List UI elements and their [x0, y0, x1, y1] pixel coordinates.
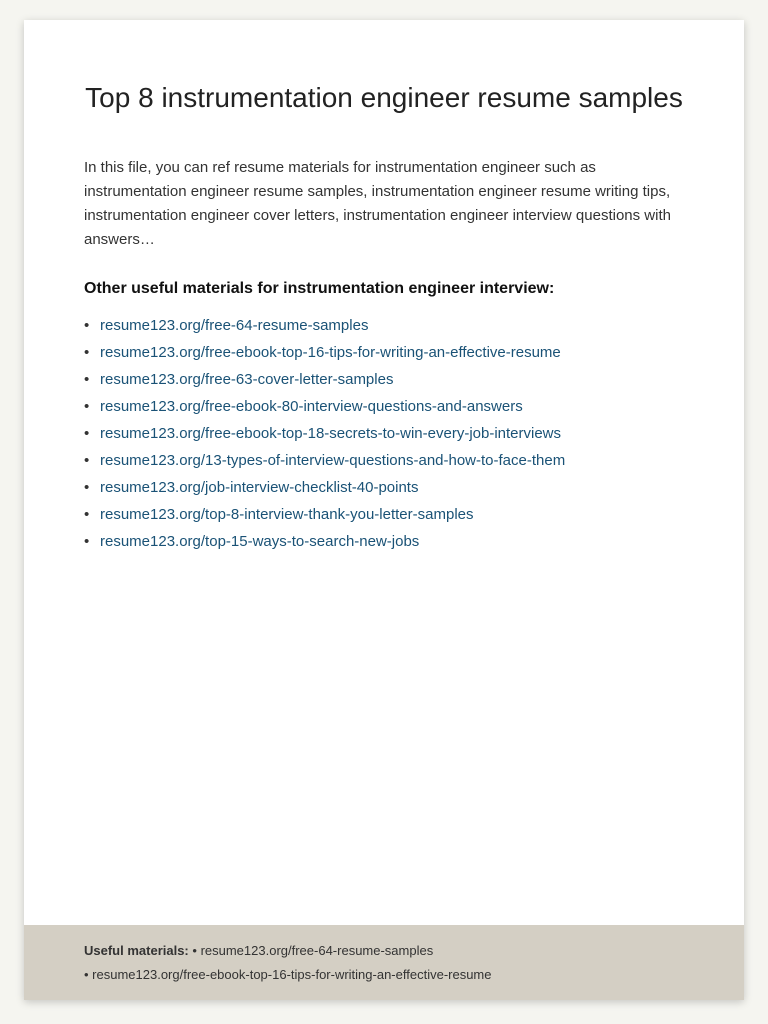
page-title: Top 8 instrumentation engineer resume sa…: [84, 80, 684, 116]
main-content: Top 8 instrumentation engineer resume sa…: [84, 80, 684, 895]
section-heading: Other useful materials for instrumentati…: [84, 280, 684, 298]
footer-item-2: •: [84, 967, 92, 982]
footer-text: Useful materials: • resume123.org/free-6…: [84, 939, 684, 986]
list-item: resume123.org/free-ebook-top-16-tips-for…: [84, 339, 684, 366]
list-item: resume123.org/top-8-interview-thank-you-…: [84, 501, 684, 528]
list-item: resume123.org/job-interview-checklist-40…: [84, 474, 684, 501]
list-item: resume123.org/free-ebook-top-18-secrets-…: [84, 420, 684, 447]
list-item: resume123.org/free-ebook-80-interview-qu…: [84, 393, 684, 420]
footer-label: Useful materials:: [84, 943, 189, 958]
list-item: resume123.org/13-types-of-interview-ques…: [84, 447, 684, 474]
footer-link-1: resume123.org/free-64-resume-samples: [201, 943, 434, 958]
list-item: resume123.org/top-15-ways-to-search-new-…: [84, 528, 684, 555]
list-item: resume123.org/free-64-resume-samples: [84, 312, 684, 339]
intro-paragraph: In this file, you can ref resume materia…: [84, 156, 684, 252]
footer-bar: Useful materials: • resume123.org/free-6…: [24, 925, 744, 1000]
resources-list: resume123.org/free-64-resume-samplesresu…: [84, 312, 684, 555]
page-container: Top 8 instrumentation engineer resume sa…: [24, 20, 744, 1000]
footer-item-1: •: [192, 943, 200, 958]
list-item: resume123.org/free-63-cover-letter-sampl…: [84, 366, 684, 393]
footer-link-2: resume123.org/free-ebook-top-16-tips-for…: [92, 967, 491, 982]
